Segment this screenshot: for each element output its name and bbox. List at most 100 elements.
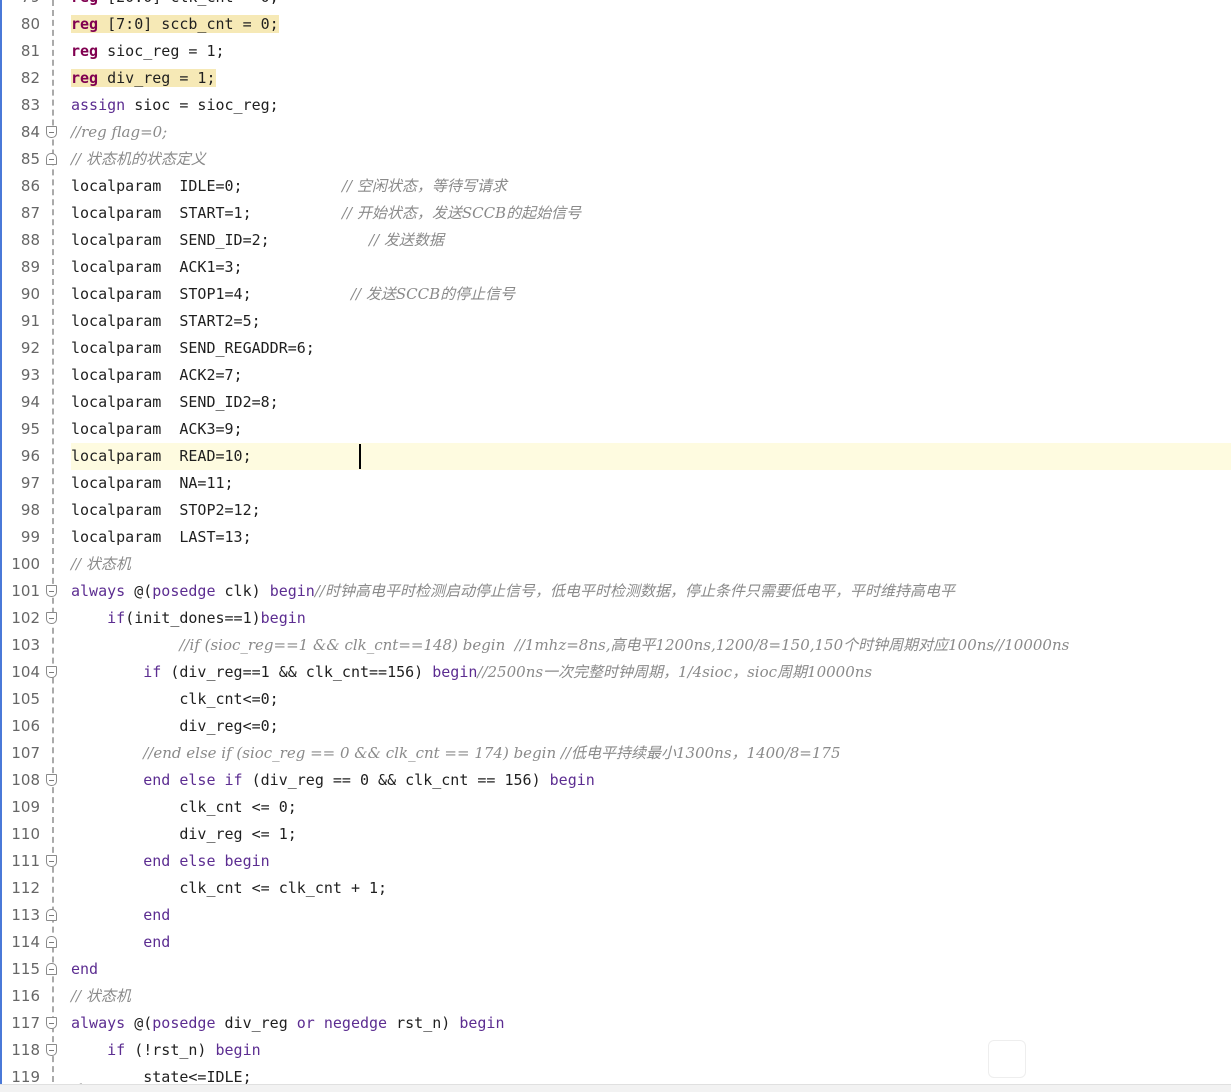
fold-end-icon[interactable] [46, 909, 57, 921]
code-line[interactable]: localparam SEND_ID=2; // 发送数据 [71, 227, 1231, 254]
fold-end-icon[interactable] [46, 153, 57, 165]
code-line[interactable]: clk_cnt <= clk_cnt + 1; [71, 875, 1231, 902]
code-comment: // 状态机 [71, 555, 131, 573]
horizontal-scrollbar[interactable] [0, 1084, 1231, 1092]
fold-slot [46, 389, 60, 416]
code-line[interactable]: localparam SEND_ID2=8; [71, 389, 1231, 416]
code-line[interactable]: clk_cnt<=0; [71, 686, 1231, 713]
code-line[interactable]: reg [7:0] sccb_cnt = 0; [71, 11, 1231, 38]
code-line[interactable]: // 状态机的状态定义 [71, 146, 1231, 173]
fold-slot [46, 794, 60, 821]
code-line[interactable]: //reg flag=0; [71, 119, 1231, 146]
fold-expanded-icon[interactable] [46, 585, 57, 597]
line-number: 84 [20, 123, 40, 141]
code-line[interactable]: //end else if (sioc_reg == 0 && clk_cnt … [71, 740, 1231, 767]
code-line[interactable]: // 状态机 [71, 551, 1231, 578]
code-token: localparam IDLE=0; [71, 177, 342, 195]
line-number: 85 [20, 150, 40, 168]
fold-slot [46, 443, 60, 470]
fold-slot [46, 848, 60, 875]
code-line[interactable]: end [71, 902, 1231, 929]
code-keyword: always [71, 1014, 126, 1032]
code-line[interactable]: end else if (div_reg == 0 && clk_cnt == … [71, 767, 1231, 794]
code-token: localparam START=1; [71, 204, 342, 222]
line-number: 106 [11, 717, 40, 735]
fold-expanded-icon[interactable] [46, 666, 57, 678]
code-line[interactable]: localparam STOP2=12; [71, 497, 1231, 524]
code-token: sioc_reg = 1; [98, 42, 225, 60]
code-text-area[interactable]: reg [20:0] clk_cnt = 0;reg [7:0] sccb_cn… [71, 0, 1231, 1091]
code-line[interactable]: localparam ACK3=9; [71, 416, 1231, 443]
fold-expanded-icon[interactable] [46, 126, 57, 138]
code-line[interactable]: localparam STOP1=4; // 发送SCCB的停止信号 [71, 281, 1231, 308]
code-line[interactable]: reg div_reg = 1; [71, 65, 1231, 92]
code-line[interactable]: div_reg<=0; [71, 713, 1231, 740]
fold-slot [46, 146, 60, 173]
code-line[interactable]: if (!rst_n) begin [71, 1037, 1231, 1064]
code-line[interactable]: reg [20:0] clk_cnt = 0; [71, 0, 1231, 11]
line-number: 105 [11, 690, 40, 708]
code-line[interactable]: localparam START=1; // 开始状态，发送SCCB的起始信号 [71, 200, 1231, 227]
line-number: 83 [20, 96, 40, 114]
code-token: clk_cnt <= 0; [179, 798, 297, 816]
code-line[interactable]: localparam IDLE=0; // 空闲状态，等待写请求 [71, 173, 1231, 200]
code-keyword: if [143, 663, 162, 681]
code-line[interactable]: localparam ACK2=7; [71, 362, 1231, 389]
fold-slot [46, 281, 60, 308]
code-token: div_reg <= 1; [179, 825, 297, 843]
code-line[interactable]: localparam LAST=13; [71, 524, 1231, 551]
fold-slot [46, 11, 60, 38]
line-number: 103 [11, 636, 40, 654]
code-keyword: reg [71, 69, 99, 87]
fold-expanded-icon[interactable] [46, 1017, 57, 1029]
code-token: localparam NA=11; [71, 474, 234, 492]
line-number: 93 [20, 366, 40, 384]
code-keyword: if [107, 1041, 126, 1059]
fold-slot [46, 1010, 60, 1037]
code-line[interactable]: localparam START2=5; [71, 308, 1231, 335]
fold-slot [46, 902, 60, 929]
code-line[interactable]: if(init_dones==1)begin [71, 605, 1231, 632]
code-token: @( [125, 1014, 153, 1032]
line-number: 95 [20, 420, 40, 438]
code-line[interactable]: if (div_reg==1 && clk_cnt==156) begin//2… [71, 659, 1231, 686]
code-line[interactable]: end [71, 956, 1231, 983]
code-line[interactable]: reg sioc_reg = 1; [71, 38, 1231, 65]
fold-slot [46, 38, 60, 65]
code-line[interactable]: clk_cnt <= 0; [71, 794, 1231, 821]
code-editor[interactable]: 79 80 81 82 83 84 85 86 87 88 89 90 91 92 93 94 95 96 97 98… [0, 0, 1231, 1092]
line-number: 96 [20, 447, 40, 465]
line-number: 104 [11, 663, 40, 681]
code-line[interactable]: //if (sioc_reg==1 && clk_cnt==148) begin… [71, 632, 1231, 659]
code-line[interactable]: end else begin [71, 848, 1231, 875]
code-line[interactable]: // 状态机 [71, 983, 1231, 1010]
fold-slot [46, 632, 60, 659]
code-line[interactable]: localparam NA=11; [71, 470, 1231, 497]
code-line[interactable]: assign sioc = sioc_reg; [71, 92, 1231, 119]
fold-expanded-icon[interactable] [46, 855, 57, 867]
line-number: 116 [11, 987, 40, 1005]
code-token: localparam STOP1=4; [71, 285, 351, 303]
fold-expanded-icon[interactable] [46, 774, 57, 786]
fold-expanded-icon[interactable] [46, 612, 57, 624]
code-line[interactable]: always @(posedge clk) begin//时钟高电平时检测启动停… [71, 578, 1231, 605]
line-number: 81 [20, 42, 40, 60]
code-keyword: end [143, 771, 171, 789]
code-line[interactable]: end [71, 929, 1231, 956]
current-code-line[interactable]: localparam READ=10; [71, 443, 1231, 470]
fold-slot [46, 335, 60, 362]
code-line[interactable]: always @(posedge div_reg or negedge rst_… [71, 1010, 1231, 1037]
code-line[interactable]: localparam SEND_REGADDR=6; [71, 335, 1231, 362]
fold-expanded-icon[interactable] [46, 1044, 57, 1056]
fold-slot [46, 983, 60, 1010]
fold-end-icon[interactable] [46, 936, 57, 948]
code-line[interactable]: div_reg <= 1; [71, 821, 1231, 848]
fold-end-icon[interactable] [46, 963, 57, 975]
code-line[interactable]: localparam ACK1=3; [71, 254, 1231, 281]
fold-slot [46, 767, 60, 794]
